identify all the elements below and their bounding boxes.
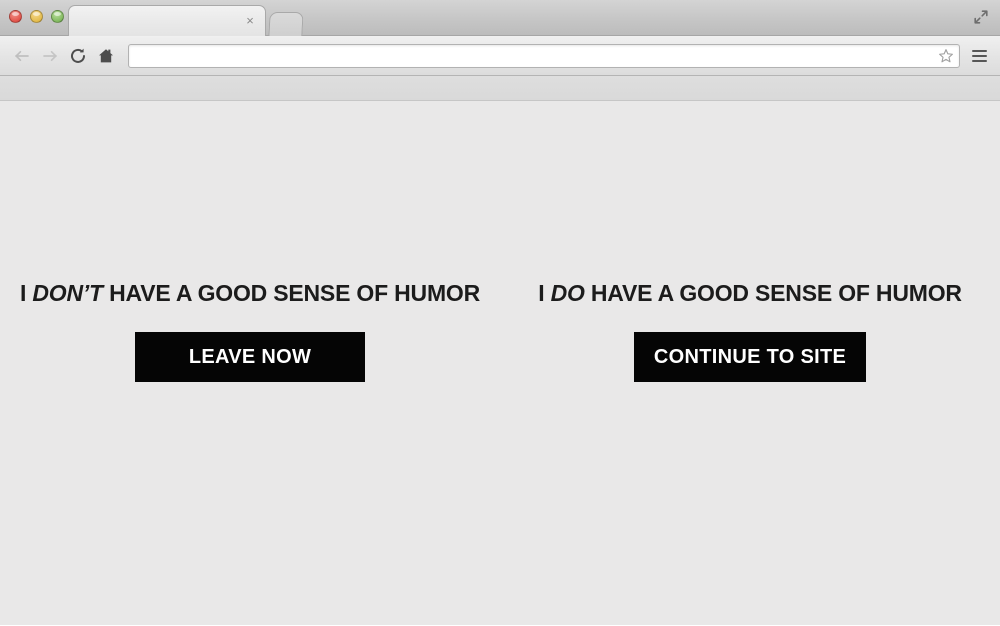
window-close-button[interactable] [9,10,22,23]
choice-heading-accept: I DO HAVE A GOOD SENSE OF HUMOR [538,280,962,306]
address-bar-input[interactable] [129,45,935,66]
age-gate-choices: I DON’T HAVE A GOOD SENSE OF HUMOR LEAVE… [0,280,1000,382]
choice-column-decline: I DON’T HAVE A GOOD SENSE OF HUMOR LEAVE… [0,280,500,382]
leave-now-button[interactable]: LEAVE NOW [135,332,365,382]
forward-arrow-icon[interactable] [36,42,64,70]
fullscreen-expand-icon[interactable] [972,8,990,26]
address-bar[interactable] [128,43,960,68]
hamburger-menu-icon[interactable] [966,42,992,70]
choice-column-accept: I DO HAVE A GOOD SENSE OF HUMOR CONTINUE… [500,280,1000,382]
star-outline-icon[interactable] [935,45,957,67]
heading-suffix: HAVE A GOOD SENSE OF HUMOR [102,280,481,306]
heading-emphasis: DO [550,280,585,306]
heading-prefix: I [19,280,33,306]
home-icon[interactable] [92,42,120,70]
heading-prefix: I [538,280,551,306]
browser-window: × I DON’T HAVE A GOOD SENSE OF HUMOR LEA… [0,0,1000,626]
continue-to-site-button[interactable]: CONTINUE TO SITE [634,332,866,382]
window-controls [9,10,64,23]
bookmarks-bar [0,76,1000,101]
heading-emphasis: DON’T [32,280,103,306]
browser-toolbar [0,36,1000,76]
back-arrow-icon[interactable] [8,42,36,70]
browser-tab[interactable]: × [68,5,266,36]
window-zoom-button[interactable] [51,10,64,23]
choice-heading-decline: I DON’T HAVE A GOOD SENSE OF HUMOR [20,280,480,306]
tab-strip: × [0,0,1000,36]
menu-bar-3 [971,59,987,62]
menu-bar-2 [971,54,987,57]
page-viewport: I DON’T HAVE A GOOD SENSE OF HUMOR LEAVE… [0,101,1000,625]
reload-icon[interactable] [64,42,92,70]
new-tab-button[interactable] [268,12,304,36]
window-minimize-button[interactable] [30,10,43,23]
menu-bar-1 [971,49,987,52]
tab-close-icon[interactable]: × [243,14,257,28]
heading-suffix: HAVE A GOOD SENSE OF HUMOR [584,280,962,306]
